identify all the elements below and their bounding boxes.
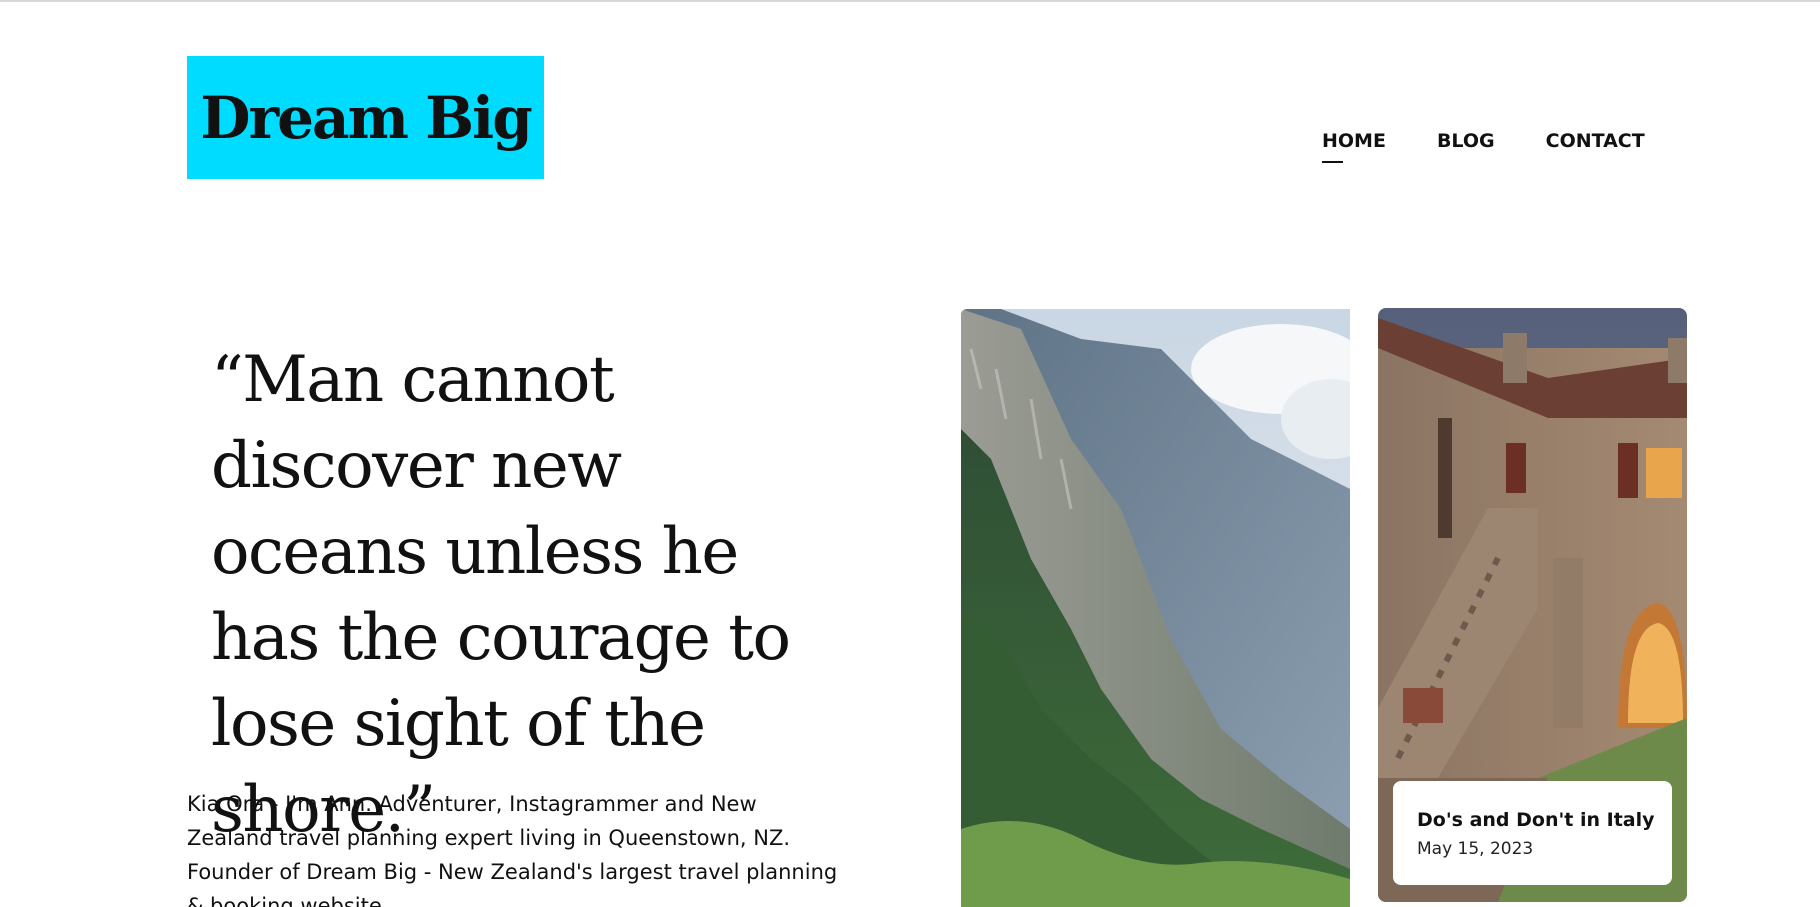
- main-navigation: HOME BLOG CONTACT: [1322, 130, 1645, 163]
- post-title[interactable]: Do's and Don't in Italy: [1417, 809, 1672, 831]
- nav-item-blog[interactable]: BLOG: [1437, 130, 1495, 152]
- logo-text: Dream Big: [200, 83, 533, 152]
- nav-item-home[interactable]: HOME: [1322, 130, 1386, 163]
- featured-post-card[interactable]: Do's and Don't in Italy May 15, 2023: [1393, 781, 1672, 885]
- nav-item-contact[interactable]: CONTACT: [1546, 130, 1645, 152]
- mountain-valley-photo: [961, 309, 1350, 907]
- hero-quote: “Man cannot discover new oceans unless h…: [211, 343, 791, 847]
- top-divider: [0, 0, 1820, 2]
- site-logo[interactable]: Dream Big: [187, 56, 544, 179]
- post-date: May 15, 2023: [1417, 839, 1534, 859]
- author-bio: Kia Ora - I'm Ann. Adventurer, Instagram…: [187, 792, 838, 907]
